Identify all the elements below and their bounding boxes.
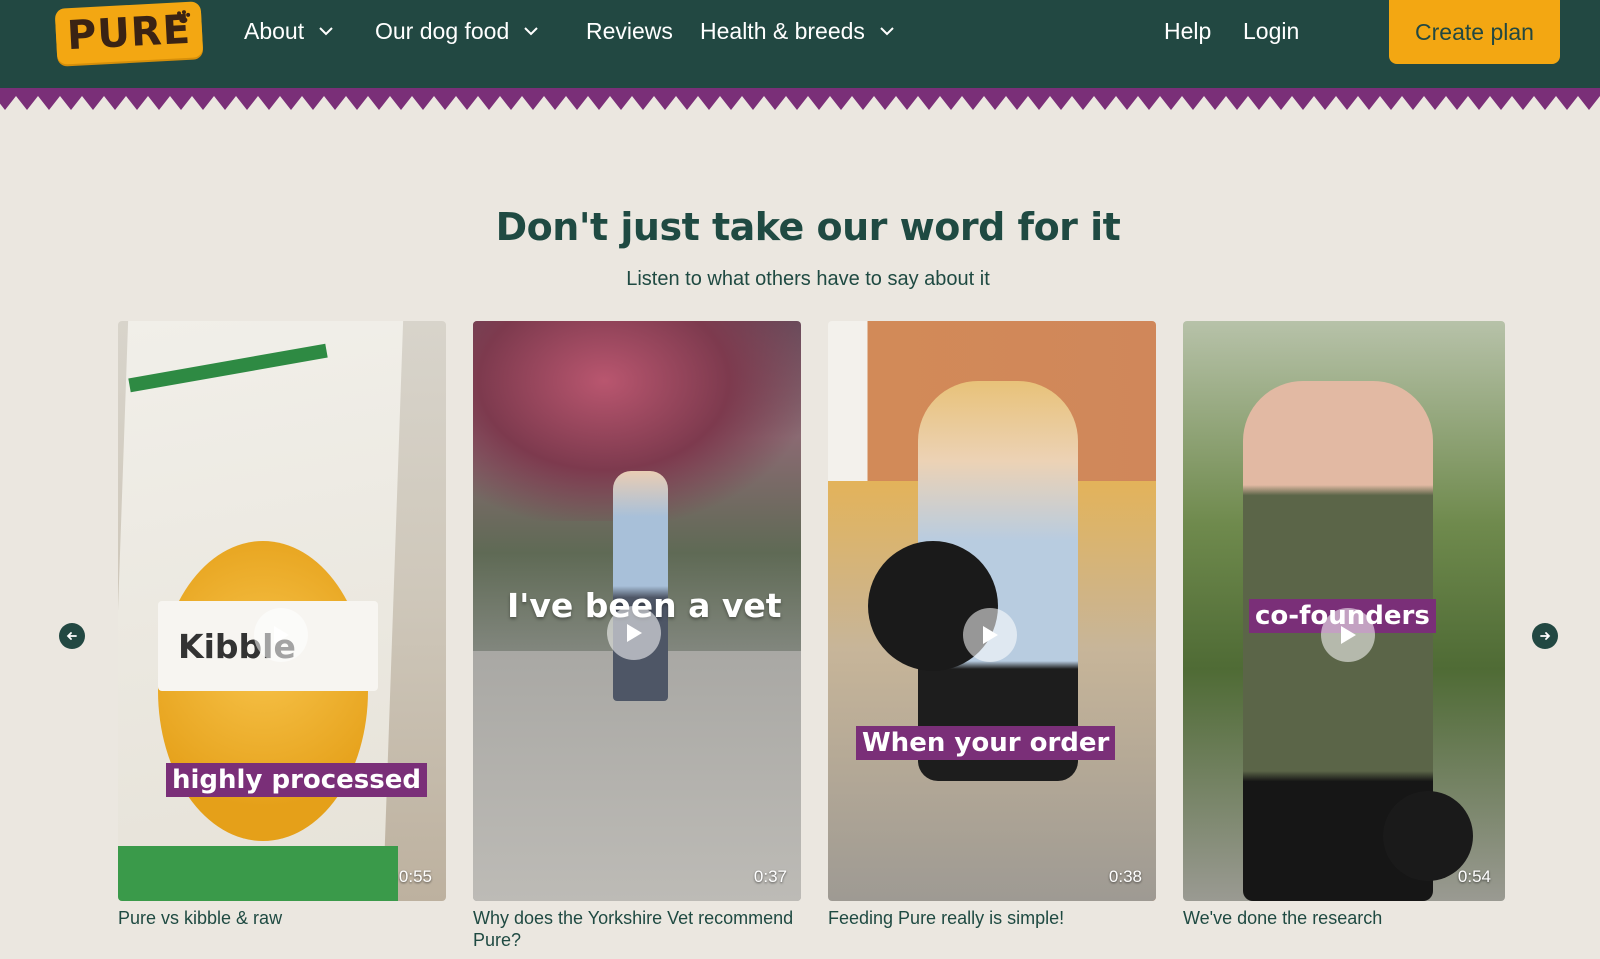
- paw-icon: [177, 10, 191, 24]
- video-overlay-text: highly processed: [166, 763, 427, 797]
- nav-our-dog-food[interactable]: Our dog food: [375, 14, 539, 48]
- video-duration: 0:55: [398, 867, 432, 886]
- nav-reviews[interactable]: Reviews: [586, 14, 673, 48]
- play-icon: [1341, 626, 1356, 644]
- nav-our-dog-food-label: Our dog food: [375, 17, 510, 44]
- nav-reviews-label: Reviews: [586, 17, 673, 44]
- logo-text: PURE: [65, 6, 193, 60]
- play-icon: [627, 624, 642, 642]
- video-caption[interactable]: Pure vs kibble & raw: [118, 907, 448, 929]
- nav-help-label: Help: [1164, 17, 1212, 44]
- video-overlay-text: When your order: [856, 726, 1116, 760]
- play-button[interactable]: [607, 606, 661, 660]
- site-header: PURE About Our dog food Reviews Health &…: [0, 0, 1600, 90]
- video-caption[interactable]: Why does the Yorkshire Vet recommend Pur…: [473, 907, 803, 951]
- arrow-right-icon: [1540, 632, 1551, 640]
- video-caption[interactable]: We've done the research: [1183, 907, 1513, 929]
- play-button[interactable]: [1321, 608, 1375, 662]
- section-subtitle: Listen to what others have to say about …: [626, 268, 990, 290]
- play-icon: [983, 626, 998, 644]
- carousel-next-button[interactable]: [1532, 623, 1558, 649]
- nav-login-label: Login: [1243, 17, 1300, 44]
- play-button[interactable]: [963, 608, 1017, 662]
- nav-about-label: About: [244, 17, 305, 44]
- video-duration: 0:38: [1108, 867, 1142, 886]
- play-icon: [274, 626, 289, 644]
- video-card-feeding-simple[interactable]: When your order 0:38: [828, 321, 1156, 901]
- chevron-down-icon: [319, 27, 333, 36]
- video-card-pure-vs-kibble[interactable]: Kibble highly processed 0:55: [118, 321, 446, 901]
- zigzag-divider: [0, 88, 1600, 110]
- pure-logo[interactable]: PURE: [54, 1, 204, 65]
- video-card-yorkshire-vet[interactable]: I've been a vet 0:37: [473, 321, 801, 901]
- section-title: Don't just take our word for it: [495, 205, 1121, 249]
- video-caption[interactable]: Feeding Pure really is simple!: [828, 907, 1158, 929]
- play-button[interactable]: [254, 608, 308, 662]
- nav-about[interactable]: About: [244, 14, 334, 48]
- video-duration: 0:54: [1457, 867, 1491, 886]
- video-duration: 0:37: [753, 867, 787, 886]
- nav-help[interactable]: Help: [1164, 14, 1211, 48]
- nav-login[interactable]: Login: [1243, 14, 1299, 48]
- video-card-research[interactable]: co-founders 0:54: [1183, 321, 1505, 901]
- chevron-down-icon: [880, 27, 894, 36]
- nav-health-breeds[interactable]: Health & breeds: [700, 14, 895, 48]
- carousel-prev-button[interactable]: [59, 623, 85, 649]
- arrow-left-icon: [66, 632, 77, 640]
- nav-health-breeds-label: Health & breeds: [700, 17, 865, 44]
- chevron-down-icon: [524, 27, 538, 36]
- bag-bottom-band: [118, 846, 398, 901]
- create-plan-button[interactable]: Create plan: [1389, 0, 1560, 64]
